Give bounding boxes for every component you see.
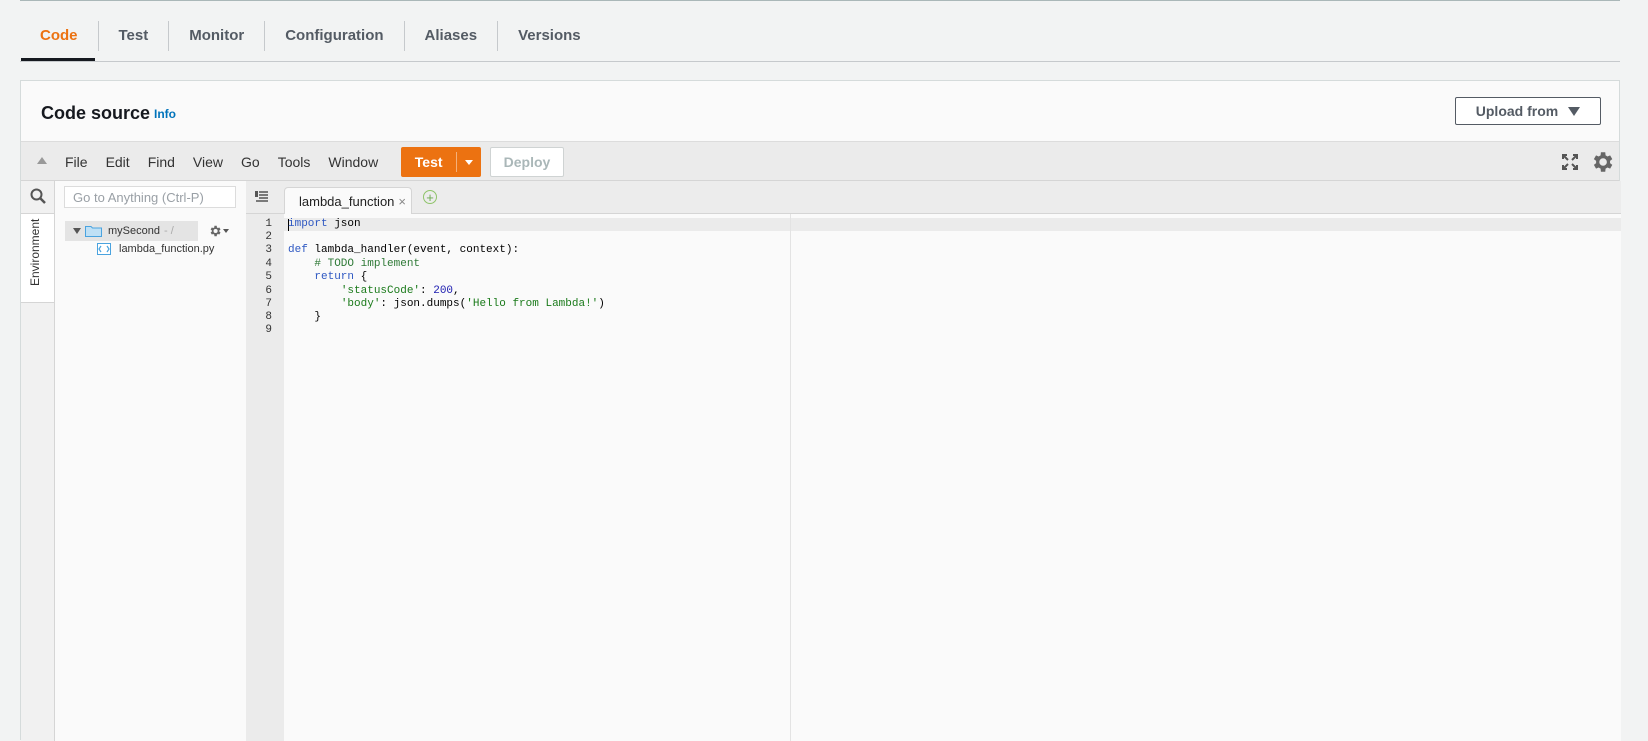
line-number: 2 xyxy=(265,231,272,243)
gear-icon[interactable] xyxy=(1589,149,1615,175)
function-tabs: Code Test Monitor Configuration Aliases … xyxy=(20,10,601,62)
folder-icon xyxy=(85,226,102,237)
line-number: 5 xyxy=(265,271,272,283)
tree-file-lambda-function[interactable]: lambda_function.py xyxy=(97,243,214,255)
test-dropdown-toggle[interactable] xyxy=(457,159,481,165)
code-line: def lambda_handler(event, context): xyxy=(288,244,520,256)
active-line-highlight xyxy=(284,218,1621,231)
menu-go[interactable]: Go xyxy=(241,154,260,170)
caret-down-icon xyxy=(223,229,229,233)
tab-monitor[interactable]: Monitor xyxy=(168,21,264,51)
python-file-icon xyxy=(97,243,111,255)
collapse-toolbar-icon[interactable] xyxy=(37,157,47,164)
gear-icon xyxy=(210,225,221,237)
menu-view[interactable]: View xyxy=(193,154,223,170)
line-number: 1 xyxy=(265,218,272,230)
tab-versions[interactable]: Versions xyxy=(497,21,601,51)
file-tree-panel: mySecond - / lambda_function.py xyxy=(55,181,247,741)
menu-file[interactable]: File xyxy=(65,154,88,170)
menu-find[interactable]: Find xyxy=(148,154,175,170)
editor-tab-lambda-function[interactable]: lambda_function × xyxy=(284,187,412,214)
menu-window[interactable]: Window xyxy=(328,154,378,170)
code-line: # TODO implement xyxy=(314,258,421,270)
tab-test[interactable]: Test xyxy=(97,21,169,51)
top-divider xyxy=(20,0,1620,1)
menu-tools[interactable]: Tools xyxy=(278,154,311,170)
menu-edit[interactable]: Edit xyxy=(106,154,130,170)
line-number: 8 xyxy=(265,311,272,323)
expand-caret-icon[interactable] xyxy=(73,228,81,234)
go-to-anything-input[interactable] xyxy=(64,186,236,208)
test-button-label: Test xyxy=(401,152,458,172)
tab-list-icon[interactable] xyxy=(255,191,269,203)
environment-tab[interactable]: Environment xyxy=(21,213,54,303)
fullscreen-icon[interactable] xyxy=(1561,153,1579,171)
panel-title: Code source xyxy=(41,103,151,123)
tree-root-folder[interactable]: mySecond - / xyxy=(65,221,198,241)
print-margin xyxy=(790,214,791,741)
code-line: import json xyxy=(288,218,361,230)
code-editor: lambda_function × + 1 2 3 4 5 6 7 8 9 im… xyxy=(246,181,1621,741)
search-icon[interactable] xyxy=(30,188,46,204)
add-tab-icon[interactable]: + xyxy=(423,190,437,204)
caret-down-icon xyxy=(1568,106,1581,116)
ide-toolbar: File Edit Find View Go Tools Window Test… xyxy=(21,141,1619,181)
tab-aliases[interactable]: Aliases xyxy=(403,21,498,51)
environment-tab-label: Environment xyxy=(28,218,42,286)
code-line: 'statusCode': 200, xyxy=(340,285,460,297)
tab-code[interactable]: Code xyxy=(20,21,98,51)
ide-menu-bar: File Edit Find View Go Tools Window xyxy=(65,142,396,181)
tabs-divider xyxy=(20,61,1620,62)
deploy-button[interactable]: Deploy xyxy=(490,147,564,177)
code-line: return { xyxy=(314,271,368,283)
ide-side-rail: Environment xyxy=(21,181,55,741)
tab-configuration[interactable]: Configuration xyxy=(264,21,403,51)
tree-settings-menu[interactable] xyxy=(208,224,229,238)
root-folder-name: mySecond xyxy=(108,225,160,237)
code-line: 'body': json.dumps('Hello from Lambda!') xyxy=(340,298,605,310)
upload-from-button[interactable]: Upload from xyxy=(1455,97,1601,125)
line-number: 9 xyxy=(265,324,272,336)
close-tab-icon[interactable]: × xyxy=(398,194,406,209)
tree-file-name: lambda_function.py xyxy=(119,243,215,255)
code-text-area[interactable]: import json def lambda_handler(event, co… xyxy=(284,214,1621,741)
panel-header: Code source Info Upload from xyxy=(21,81,1619,141)
editor-tab-bar: lambda_function × + xyxy=(246,181,1621,214)
root-folder-path: - / xyxy=(163,225,174,237)
line-number-gutter: 1 2 3 4 5 6 7 8 9 xyxy=(246,214,284,741)
code-line: } xyxy=(288,311,322,323)
code-source-panel: Code source Info Upload from File Edit F… xyxy=(20,80,1621,741)
editor-tab-label: lambda_function xyxy=(299,193,395,209)
line-number: 3 xyxy=(265,244,272,256)
info-link[interactable]: Info xyxy=(154,107,176,121)
upload-from-label: Upload from xyxy=(1475,103,1559,119)
test-split-button[interactable]: Test xyxy=(401,147,481,177)
line-number: 6 xyxy=(265,285,272,297)
line-number: 7 xyxy=(265,298,272,310)
caret-down-icon xyxy=(465,159,474,165)
line-number: 4 xyxy=(265,258,272,270)
